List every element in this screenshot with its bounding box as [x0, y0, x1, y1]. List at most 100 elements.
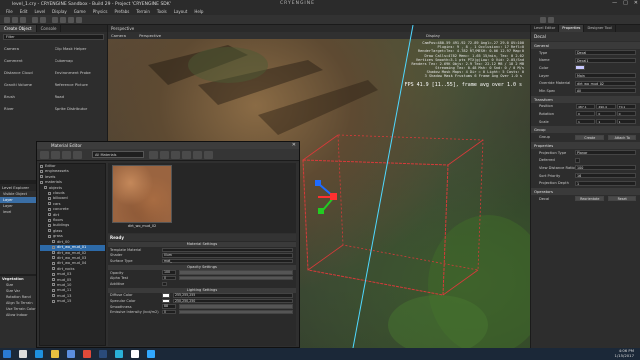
material-thumbnail[interactable]: [112, 165, 172, 223]
windows-start-icon[interactable]: [3, 350, 11, 358]
object-item[interactable]: Reference Picture: [55, 82, 104, 87]
object-item[interactable]: Graviti Volume: [4, 82, 53, 87]
save-icon[interactable]: [149, 151, 158, 159]
refresh-icon[interactable]: [62, 151, 71, 159]
system-clock[interactable]: 4:06 PM 1/15/2017: [615, 348, 634, 358]
emissive-field[interactable]: 0: [162, 309, 176, 315]
menu-physics[interactable]: Physics: [93, 9, 108, 14]
add-material-icon[interactable]: [40, 151, 49, 159]
group-section[interactable]: Group: [531, 126, 640, 134]
diffuse-color-swatch[interactable]: [162, 293, 170, 298]
chrome-icon[interactable]: [83, 350, 91, 358]
scale-z[interactable]: 1: [616, 119, 636, 125]
select-icon[interactable]: [52, 17, 58, 23]
name-field[interactable]: Decal1: [575, 57, 636, 63]
position-y[interactable]: 490.4: [596, 103, 616, 109]
specular-color-field[interactable]: 250,250,250: [173, 298, 293, 304]
specular-color-swatch[interactable]: [162, 298, 170, 304]
search-icon[interactable]: [19, 350, 27, 358]
tab-designer-tool[interactable]: Designer Tool: [584, 25, 616, 32]
material-filter-select[interactable]: All Materials: [92, 151, 144, 158]
scale-icon[interactable]: [76, 17, 82, 23]
emissive-slider[interactable]: [179, 309, 293, 315]
photoshop-icon[interactable]: [147, 350, 155, 358]
create-group-button[interactable]: Create: [575, 134, 604, 140]
projection-type-select[interactable]: Planar: [575, 150, 636, 156]
reorientate-button[interactable]: Reorientate: [575, 196, 604, 202]
move-icon[interactable]: [60, 17, 66, 23]
delete-icon[interactable]: [171, 151, 180, 159]
general-section[interactable]: General: [531, 42, 640, 49]
browse-icon[interactable]: [51, 151, 60, 159]
object-item[interactable]: Environment Probe: [55, 70, 104, 75]
object-item[interactable]: River: [4, 106, 53, 111]
menu-game[interactable]: Game: [74, 9, 86, 14]
close-button[interactable]: ✕: [634, 0, 638, 6]
save-icon[interactable]: [20, 17, 26, 23]
sandbox-icon[interactable]: [131, 350, 139, 358]
deferred-checkbox[interactable]: [575, 157, 580, 163]
projection-depth-field[interactable]: 1: [575, 180, 636, 186]
paste-icon[interactable]: [182, 151, 191, 159]
tab-level-editor[interactable]: Level Editor: [531, 25, 560, 32]
menu-display[interactable]: Display: [52, 9, 67, 14]
properties-section[interactable]: Properties: [531, 141, 640, 149]
layer-field[interactable]: Main: [575, 73, 636, 79]
tab-console[interactable]: Console: [37, 25, 62, 32]
opacity-slider[interactable]: [179, 270, 293, 275]
tree-item[interactable]: mud_15: [40, 299, 105, 304]
steam-icon[interactable]: [99, 350, 107, 358]
edge-icon[interactable]: [35, 350, 43, 358]
rotation-y[interactable]: 0: [596, 111, 616, 117]
layer-row[interactable]: level: [0, 209, 39, 215]
physics-icon[interactable]: [548, 17, 554, 23]
smoothness-field[interactable]: 88: [162, 304, 176, 309]
scale-y[interactable]: 1: [596, 119, 616, 125]
object-item[interactable]: Cubemap: [55, 58, 104, 63]
opacity-field[interactable]: 100: [162, 270, 176, 275]
object-item[interactable]: Road: [55, 94, 104, 99]
redo-icon[interactable]: [40, 17, 46, 23]
override-material-field[interactable]: dirt_wo_mud_02: [575, 80, 636, 86]
menu-terrain[interactable]: Terrain: [136, 9, 150, 14]
object-item[interactable]: Clip Mask Helper: [55, 46, 104, 51]
transform-section[interactable]: Transform: [531, 95, 640, 103]
object-item[interactable]: Brush: [4, 94, 53, 99]
minimize-button[interactable]: —: [612, 0, 617, 6]
rotation-z[interactable]: 0: [616, 111, 636, 117]
object-item[interactable]: Camera: [4, 46, 53, 51]
menu-edit[interactable]: Edit: [20, 9, 28, 14]
menu-level[interactable]: Level: [34, 9, 45, 14]
cryengine-icon[interactable]: [115, 350, 123, 358]
object-item[interactable]: Distance Cloud: [4, 70, 53, 75]
color-swatch[interactable]: [575, 65, 585, 71]
menu-file[interactable]: File: [6, 9, 13, 14]
menu-help[interactable]: Help: [194, 9, 203, 14]
diffuse-color-field[interactable]: 255,255,255: [173, 293, 293, 298]
sort-priority-field[interactable]: 16: [575, 173, 636, 179]
reset-button[interactable]: Reset: [607, 196, 636, 202]
surface-type-select[interactable]: mat_: [162, 258, 293, 264]
alpha-test-slider[interactable]: [179, 275, 293, 281]
object-item[interactable]: Sprite Distributor: [55, 106, 104, 111]
attach-to-button[interactable]: Attach To: [607, 134, 636, 140]
smoothness-slider[interactable]: [179, 304, 293, 309]
undo-icon[interactable]: [32, 17, 38, 23]
operators-section[interactable]: Operators: [531, 187, 640, 195]
assign-icon[interactable]: [204, 151, 213, 159]
veg-prop-row[interactable]: Allow Indoor: [0, 312, 39, 318]
view-distance-field[interactable]: 100: [575, 165, 636, 171]
tab-create-object[interactable]: Create Object: [0, 25, 37, 32]
min-spec-select[interactable]: All: [575, 88, 636, 94]
open-icon[interactable]: [12, 17, 18, 23]
menu-layout[interactable]: Layout: [174, 9, 188, 14]
store-icon[interactable]: [67, 350, 75, 358]
new-icon[interactable]: [4, 17, 10, 23]
scale-x[interactable]: 1: [576, 119, 596, 125]
object-item[interactable]: Comment: [4, 58, 53, 63]
copy-icon[interactable]: [160, 151, 169, 159]
alpha-test-field[interactable]: 0: [162, 275, 176, 281]
maximize-button[interactable]: □: [623, 0, 628, 6]
additive-checkbox[interactable]: [162, 281, 167, 287]
tab-properties[interactable]: Properties: [559, 25, 585, 32]
